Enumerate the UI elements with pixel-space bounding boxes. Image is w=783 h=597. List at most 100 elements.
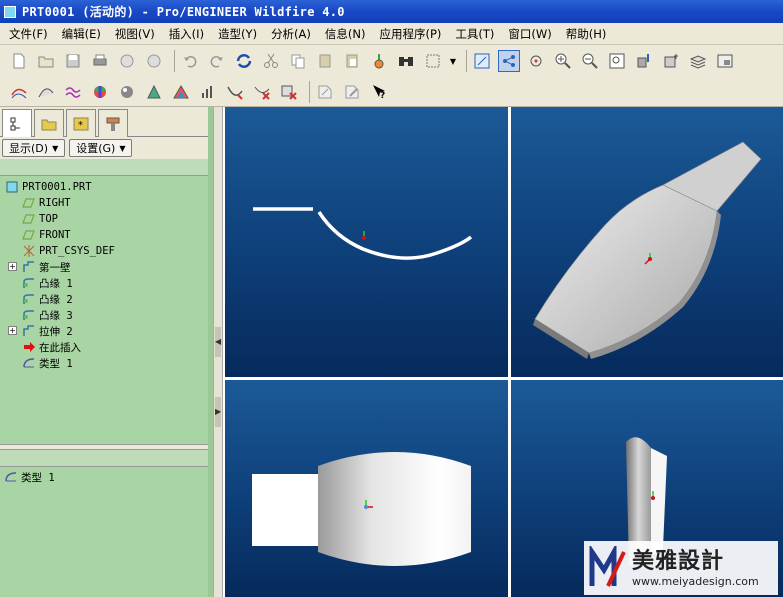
menu-insert[interactable]: 插入(I) bbox=[162, 26, 211, 42]
save-icon[interactable] bbox=[62, 50, 84, 72]
analysis-chart-icon[interactable] bbox=[197, 81, 219, 103]
menu-applications[interactable]: 应用程序(P) bbox=[372, 26, 448, 42]
menu-bar: 文件(F) 编辑(E) 视图(V) 插入(I) 造型(Y) 分析(A) 信息(N… bbox=[0, 23, 783, 45]
tree-item-flange-2[interactable]: 凸缘 2 bbox=[22, 291, 73, 307]
tree-item-label: 凸缘 3 bbox=[39, 309, 73, 322]
main-toolbar: ▼ bbox=[0, 45, 783, 77]
datum-curve-icon[interactable] bbox=[8, 81, 30, 103]
send-mail-icon[interactable] bbox=[116, 50, 138, 72]
shaded-surface-icon[interactable] bbox=[35, 81, 57, 103]
paste-icon[interactable] bbox=[314, 50, 336, 72]
new-file-icon[interactable] bbox=[8, 50, 30, 72]
open-folder-icon[interactable] bbox=[35, 50, 57, 72]
delete-analysis-icon[interactable] bbox=[251, 81, 273, 103]
view-manager-icon[interactable] bbox=[714, 50, 736, 72]
viewport-top[interactable] bbox=[225, 380, 508, 597]
watermark-text: 美雅設計 bbox=[632, 548, 725, 574]
reorient-icon[interactable] bbox=[633, 50, 655, 72]
datum-toolbar: ? bbox=[0, 77, 783, 107]
menu-tools[interactable]: 工具(T) bbox=[448, 26, 501, 42]
layers-icon[interactable] bbox=[687, 50, 709, 72]
tree-column-header bbox=[0, 159, 208, 176]
regenerate-icon[interactable] bbox=[233, 50, 255, 72]
tab-model-tree[interactable] bbox=[2, 109, 32, 137]
list-item[interactable]: 类型 1 bbox=[4, 469, 55, 485]
layer-column-header bbox=[0, 450, 208, 467]
orient-mode-icon[interactable] bbox=[525, 50, 547, 72]
tree-item-label: 在此插入 bbox=[39, 341, 81, 354]
display-dropdown[interactable]: 显示(D) ▼ bbox=[2, 139, 66, 157]
saved-views-icon[interactable] bbox=[660, 50, 682, 72]
toolbar-separator bbox=[309, 80, 310, 103]
tree-item-type-1[interactable]: 类型 1 bbox=[22, 355, 73, 371]
chevron-down-icon: ▼ bbox=[52, 143, 59, 153]
style-curve-icon[interactable] bbox=[62, 81, 84, 103]
pencil-edit-icon[interactable] bbox=[341, 81, 363, 103]
settings-dropdown[interactable]: 设置(G) ▼ bbox=[69, 139, 133, 157]
paste-special-icon[interactable] bbox=[341, 50, 363, 72]
collapse-left-icon[interactable]: ◀ bbox=[215, 327, 221, 357]
tree-item-flange-1[interactable]: 凸缘 1 bbox=[22, 275, 73, 291]
tab-connections[interactable] bbox=[98, 109, 128, 137]
tree-item-part[interactable]: PRT0001.PRT bbox=[5, 179, 92, 195]
model-tree: PRT0001.PRT RIGHT TOP FRONT PRT_CSYS_DEF… bbox=[0, 177, 208, 442]
find-icon[interactable] bbox=[395, 50, 417, 72]
menu-analysis[interactable]: 分析(A) bbox=[264, 26, 318, 42]
tree-item-right[interactable]: RIGHT bbox=[22, 195, 71, 211]
model-player-icon[interactable] bbox=[368, 50, 390, 72]
insert-arrow-icon bbox=[22, 340, 36, 354]
datum-plane-icon bbox=[22, 212, 36, 226]
settings-dropdown-label: 设置(G) bbox=[76, 142, 116, 155]
svg-text:*: * bbox=[78, 120, 83, 131]
watermark-logo: 美雅設計 www.meiyadesign.com bbox=[584, 541, 778, 595]
expand-toggle[interactable]: + bbox=[8, 262, 17, 271]
flange-icon bbox=[22, 308, 36, 322]
tree-item-label: 凸缘 1 bbox=[39, 277, 73, 290]
context-help-icon[interactable]: ? bbox=[368, 81, 390, 103]
tree-item-top[interactable]: TOP bbox=[22, 211, 58, 227]
viewport-front[interactable] bbox=[225, 107, 508, 377]
surface-patch-icon[interactable] bbox=[143, 81, 165, 103]
tree-item-extrude-2[interactable]: 拉伸 2 bbox=[22, 323, 73, 339]
zoom-in-icon[interactable] bbox=[552, 50, 574, 72]
menu-edit[interactable]: 编辑(E) bbox=[55, 26, 108, 42]
sketch-view-icon[interactable] bbox=[471, 50, 493, 72]
menu-file[interactable]: 文件(F) bbox=[2, 26, 55, 42]
tree-item-first-wall[interactable]: 第一壁 bbox=[22, 259, 71, 275]
refit-icon[interactable] bbox=[606, 50, 628, 72]
curve-analysis-icon[interactable] bbox=[224, 81, 246, 103]
spin-center-icon[interactable] bbox=[498, 50, 520, 72]
expand-toggle[interactable]: + bbox=[8, 326, 17, 335]
tree-item-insert-here[interactable]: 在此插入 bbox=[22, 339, 81, 355]
menu-style[interactable]: 造型(Y) bbox=[211, 26, 264, 42]
color-sphere-icon[interactable] bbox=[89, 81, 111, 103]
meiya-logo-icon bbox=[589, 546, 626, 587]
tree-item-flange-3[interactable]: 凸缘 3 bbox=[22, 307, 73, 323]
render-sphere-icon[interactable] bbox=[116, 81, 138, 103]
tab-favorites[interactable]: * bbox=[66, 109, 96, 137]
delete-all-analysis-icon[interactable] bbox=[278, 81, 300, 103]
redo-icon[interactable] bbox=[206, 50, 228, 72]
copy-icon[interactable] bbox=[287, 50, 309, 72]
menu-view[interactable]: 视图(V) bbox=[108, 26, 162, 42]
tab-folder-browser[interactable] bbox=[34, 109, 64, 137]
undo-icon[interactable] bbox=[179, 50, 201, 72]
send-link-icon[interactable] bbox=[143, 50, 165, 72]
select-dropdown-arrow[interactable]: ▼ bbox=[449, 50, 457, 72]
tree-item-label: PRT_CSYS_DEF bbox=[39, 245, 115, 257]
print-icon[interactable] bbox=[89, 50, 111, 72]
menu-window[interactable]: 窗口(W) bbox=[501, 26, 558, 42]
menu-help[interactable]: 帮助(H) bbox=[559, 26, 614, 42]
viewport-isometric[interactable] bbox=[511, 107, 783, 377]
title-bar: PRT0001 (活动的) - Pro/ENGINEER Wildfire 4.… bbox=[0, 0, 783, 23]
select-box-icon[interactable] bbox=[422, 50, 444, 72]
zoom-out-icon[interactable] bbox=[579, 50, 601, 72]
cut-icon[interactable] bbox=[260, 50, 282, 72]
tree-item-front[interactable]: FRONT bbox=[22, 227, 71, 243]
edit-definition-icon[interactable] bbox=[314, 81, 336, 103]
expand-right-icon[interactable]: ▶ bbox=[215, 397, 221, 427]
tree-item-csys[interactable]: PRT_CSYS_DEF bbox=[22, 243, 115, 259]
menu-info[interactable]: 信息(N) bbox=[318, 26, 373, 42]
gradient-surface-icon[interactable] bbox=[170, 81, 192, 103]
panel-splitter[interactable]: ◀ ▶ bbox=[213, 107, 223, 597]
